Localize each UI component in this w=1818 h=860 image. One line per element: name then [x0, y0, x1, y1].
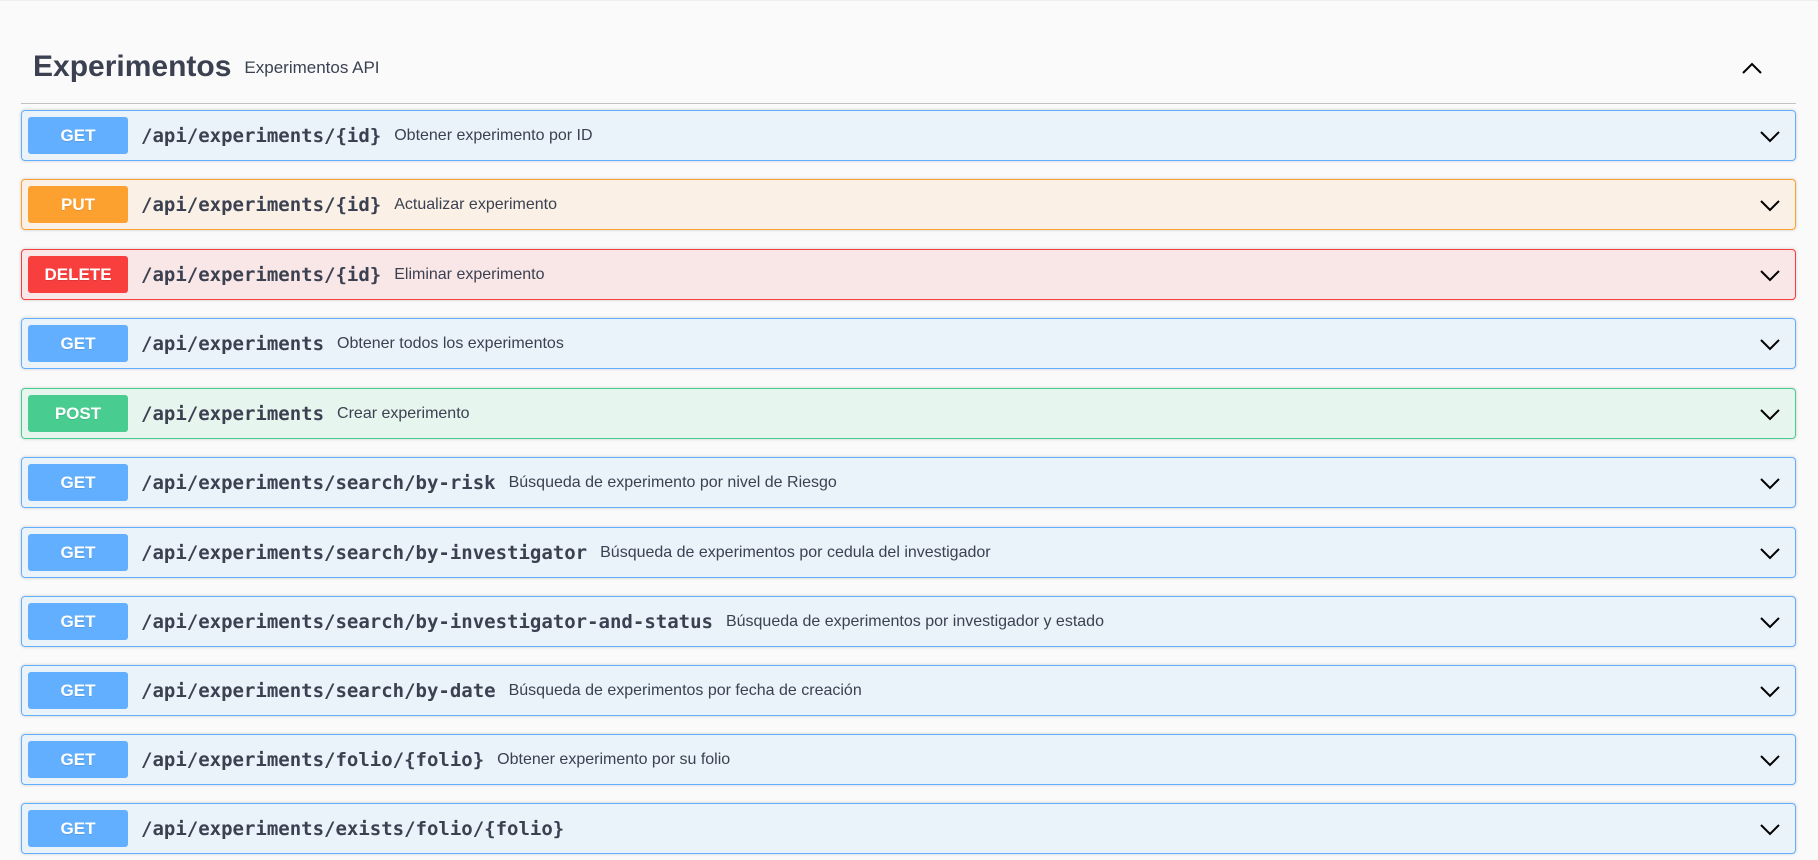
- operation-search-by-date[interactable]: GET /api/experiments/search/by-date Búsq…: [21, 665, 1796, 716]
- operation-path: /api/experiments/folio/{folio}: [141, 748, 485, 771]
- operation-path: /api/experiments: [141, 402, 325, 425]
- operation-summary: Búsqueda de experimentos por investigado…: [725, 612, 1104, 630]
- operation-exists-folio[interactable]: GET /api/experiments/exists/folio/{folio…: [21, 803, 1796, 854]
- operation-path: /api/experiments/search/by-investigator-…: [141, 610, 713, 633]
- operation-summary: Búsqueda de experimentos por cedula del …: [600, 543, 991, 561]
- operation-delete-experiment[interactable]: DELETE /api/experiments/{id} Eliminar ex…: [21, 249, 1796, 300]
- operation-summary: Búsqueda de experimento por nivel de Rie…: [508, 473, 837, 491]
- operation-summary: Búsqueda de experimentos por fecha de cr…: [508, 681, 862, 699]
- operation-path: /api/experiments/{id}: [141, 193, 382, 216]
- chevron-down-icon[interactable]: [1757, 540, 1783, 566]
- method-badge: GET: [28, 741, 128, 778]
- operation-get-all-experiments[interactable]: GET /api/experiments Obtener todos los e…: [21, 318, 1796, 369]
- operation-summary: Obtener experimento por su folio: [497, 750, 731, 768]
- method-badge: DELETE: [28, 256, 128, 293]
- chevron-down-icon[interactable]: [1757, 609, 1783, 635]
- top-divider: [0, 0, 1818, 1]
- operation-summary: Obtener experimento por ID: [394, 126, 593, 144]
- operation-path: /api/experiments/{id}: [141, 124, 382, 147]
- operation-path: /api/experiments/{id}: [141, 263, 382, 286]
- chevron-down-icon[interactable]: [1757, 123, 1783, 149]
- chevron-down-icon[interactable]: [1757, 678, 1783, 704]
- operation-path: /api/experiments/search/by-investigator: [141, 541, 588, 564]
- operation-post-experiment[interactable]: POST /api/experiments Crear experimento: [21, 388, 1796, 439]
- swagger-page: Experimentos Experimentos API GET /api/e…: [0, 0, 1818, 860]
- chevron-down-icon[interactable]: [1757, 747, 1783, 773]
- operation-get-by-folio[interactable]: GET /api/experiments/folio/{folio} Obten…: [21, 734, 1796, 785]
- operation-summary: Obtener todos los experimentos: [337, 334, 564, 352]
- method-badge: GET: [28, 325, 128, 362]
- method-badge: GET: [28, 117, 128, 154]
- operation-put-experiment[interactable]: PUT /api/experiments/{id} Actualizar exp…: [21, 179, 1796, 230]
- operation-search-by-risk[interactable]: GET /api/experiments/search/by-risk Búsq…: [21, 457, 1796, 508]
- tag-title: Experimentos: [33, 49, 232, 83]
- operation-search-by-investigator-and-status[interactable]: GET /api/experiments/search/by-investiga…: [21, 596, 1796, 647]
- method-badge: GET: [28, 810, 128, 847]
- chevron-down-icon[interactable]: [1757, 192, 1783, 218]
- chevron-down-icon[interactable]: [1757, 331, 1783, 357]
- method-badge: GET: [28, 672, 128, 709]
- method-badge: GET: [28, 534, 128, 571]
- method-badge: GET: [28, 603, 128, 640]
- chevron-down-icon[interactable]: [1757, 401, 1783, 427]
- method-badge: GET: [28, 464, 128, 501]
- operation-summary: Eliminar experimento: [394, 265, 545, 283]
- operation-path: /api/experiments/exists/folio/{folio}: [141, 817, 565, 840]
- operation-summary: Actualizar experimento: [394, 195, 557, 213]
- tag-description: Experimentos API: [244, 57, 380, 77]
- operation-path: /api/experiments: [141, 332, 325, 355]
- tag-header[interactable]: Experimentos Experimentos API: [21, 30, 1796, 104]
- method-badge: PUT: [28, 186, 128, 223]
- method-badge: POST: [28, 395, 128, 432]
- operation-search-by-investigator[interactable]: GET /api/experiments/search/by-investiga…: [21, 527, 1796, 578]
- chevron-down-icon[interactable]: [1757, 816, 1783, 842]
- operation-path: /api/experiments/search/by-date: [141, 679, 496, 702]
- chevron-down-icon[interactable]: [1757, 262, 1783, 288]
- operation-path: /api/experiments/search/by-risk: [141, 471, 496, 494]
- chevron-up-icon[interactable]: [1738, 54, 1766, 82]
- operation-get-experiment-by-id[interactable]: GET /api/experiments/{id} Obtener experi…: [21, 110, 1796, 161]
- operation-summary: Crear experimento: [337, 404, 470, 422]
- chevron-down-icon[interactable]: [1757, 470, 1783, 496]
